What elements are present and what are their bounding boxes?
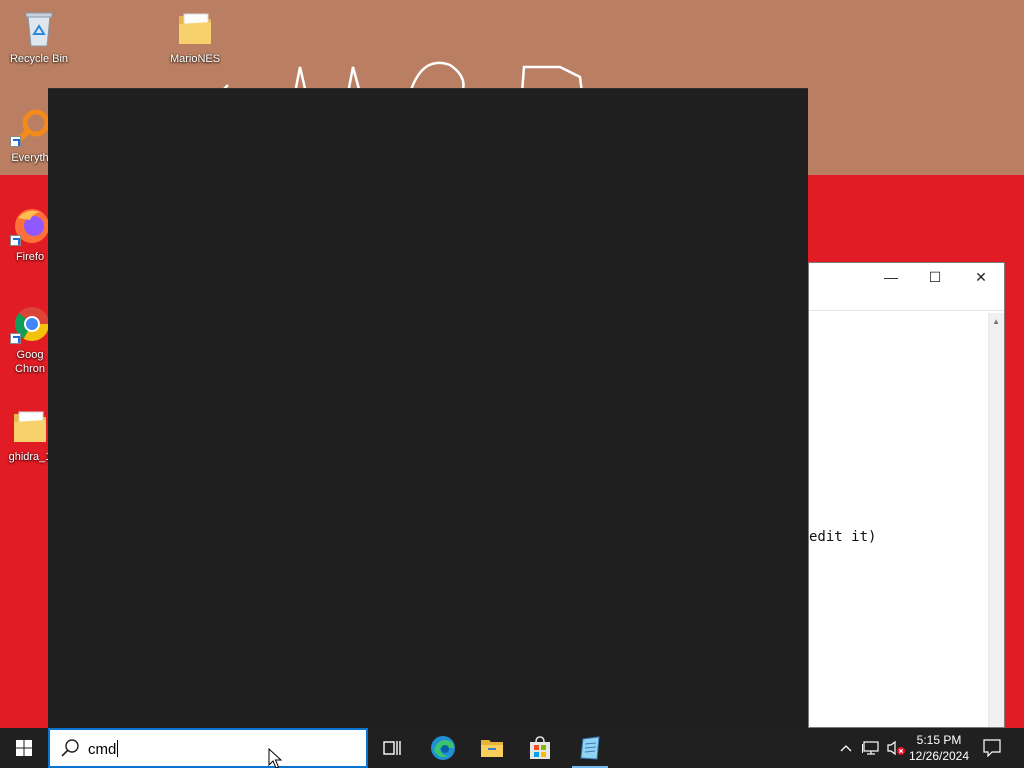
file-explorer-icon	[481, 740, 503, 757]
shortcut-arrow-icon	[10, 333, 21, 344]
task-view-button[interactable]	[368, 728, 416, 768]
notepad-titlebar[interactable]: — ☐ ✕	[809, 263, 1004, 291]
maximize-button[interactable]: ☐	[913, 266, 957, 288]
clock-time: 5:15 PM	[916, 733, 962, 747]
taskbar-store-button[interactable]	[516, 728, 564, 768]
vertical-scrollbar[interactable]	[988, 313, 1004, 727]
recycle-bin-icon	[19, 8, 59, 48]
folder-icon	[10, 406, 50, 446]
scroll-up-icon[interactable]: ▲	[992, 317, 1000, 326]
microsoft-store-icon	[530, 736, 550, 759]
taskbar: cmd 5:15 PM 12/26/2024	[0, 728, 1024, 768]
notepad-text[interactable]: edit it)	[809, 529, 876, 545]
desktop-icon-recycle-bin[interactable]: Recycle Bin	[1, 8, 77, 66]
close-button[interactable]: ✕	[959, 266, 1003, 288]
task-view-icon	[383, 741, 401, 755]
action-center-button[interactable]	[978, 728, 1006, 768]
desktop-icon-label: Recycle Bin	[9, 53, 69, 65]
notepad-menubar	[809, 291, 1004, 311]
shortcut-arrow-icon	[10, 136, 21, 147]
taskbar-file-explorer-button[interactable]	[468, 728, 516, 768]
search-icon	[61, 739, 79, 757]
volume-muted-icon	[887, 740, 905, 756]
minimize-button[interactable]: —	[869, 266, 913, 288]
shortcut-arrow-icon	[10, 235, 21, 246]
notepad-window[interactable]: — ☐ ✕ edit it) ▲	[808, 262, 1005, 728]
mouse-pointer-icon	[268, 748, 282, 768]
text-caret	[117, 740, 119, 757]
network-icon	[862, 741, 879, 755]
search-results-panel	[48, 88, 808, 728]
wallpaper-red-step	[808, 190, 1024, 210]
chevron-up-icon	[840, 745, 852, 752]
everything-search-icon	[10, 107, 50, 147]
firefox-icon	[10, 206, 50, 246]
taskbar-search-box[interactable]: cmd	[48, 728, 368, 768]
notepad-icon	[580, 736, 600, 760]
taskbar-notepad-button[interactable]	[566, 728, 614, 768]
search-input[interactable]: cmd	[88, 740, 119, 758]
edge-icon	[431, 736, 455, 760]
taskbar-clock[interactable]: 5:15 PM 12/26/2024	[904, 732, 974, 764]
notification-icon	[983, 739, 1001, 757]
start-button[interactable]	[0, 728, 48, 768]
taskbar-edge-button[interactable]	[419, 728, 467, 768]
chrome-icon	[10, 304, 50, 344]
desktop-icon-mariones[interactable]: MarioNES	[157, 8, 233, 66]
network-status-button[interactable]	[859, 728, 883, 768]
search-query-text: cmd	[88, 741, 117, 758]
show-hidden-icons-button[interactable]	[836, 728, 856, 768]
desktop-icon-label: MarioNES	[169, 53, 221, 65]
folder-icon	[175, 8, 215, 48]
clock-date: 12/26/2024	[908, 749, 970, 763]
windows-logo-icon	[16, 740, 32, 756]
